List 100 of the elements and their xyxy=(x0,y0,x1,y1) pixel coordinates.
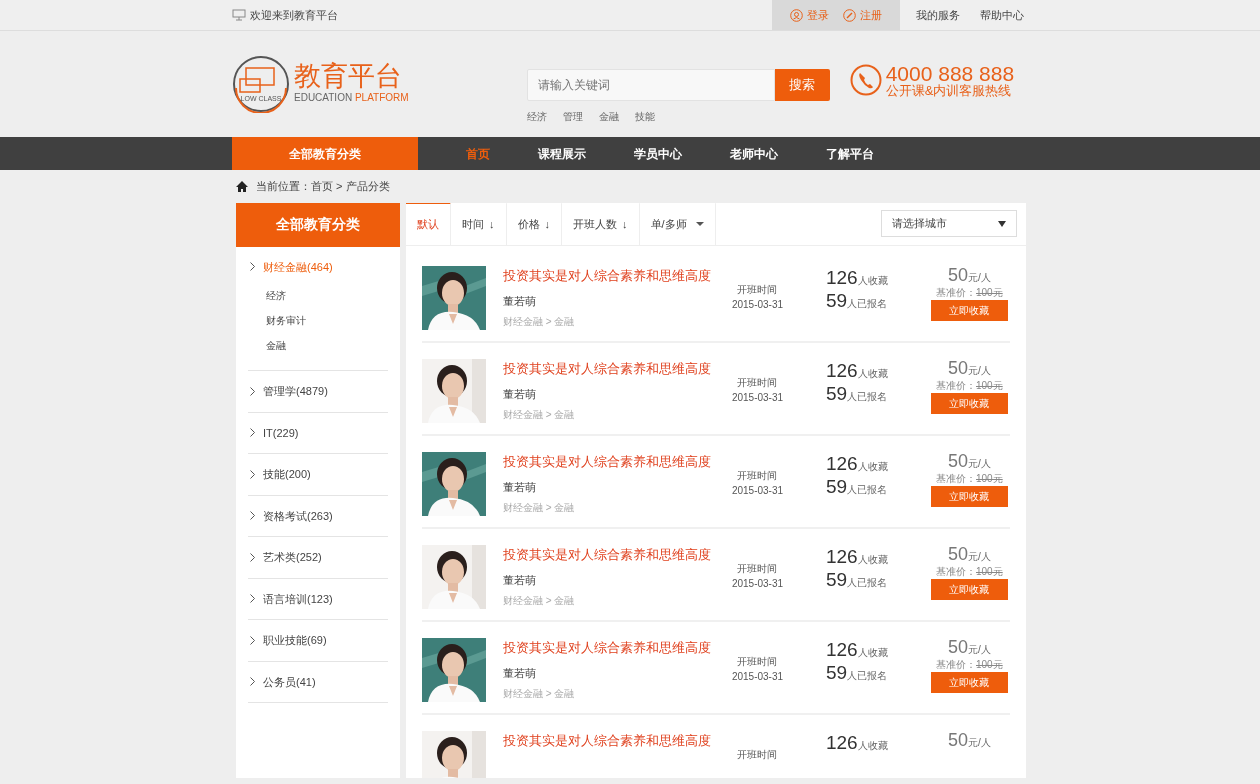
favorites-label: 人收藏 xyxy=(857,553,888,567)
home-icon xyxy=(236,180,248,192)
nav-link[interactable]: 了解平台 xyxy=(802,137,898,170)
start-date: 2015-03-31 xyxy=(731,390,784,405)
enrolled-count: 59 xyxy=(825,568,848,592)
price: 50 xyxy=(947,358,968,379)
favorites-count: 126 xyxy=(825,265,858,290)
nav-link[interactable]: 学员中心 xyxy=(610,137,706,170)
pencil-icon xyxy=(843,8,856,22)
base-price: 基准价：100元 xyxy=(936,379,1003,394)
hot-keyword-link[interactable]: 管理 xyxy=(562,108,583,124)
chevron-right-icon xyxy=(250,552,255,562)
favorites-label: 人收藏 xyxy=(857,274,888,288)
course-title-link[interactable]: 投资其实是对人综合素养和思维高度 xyxy=(503,637,712,657)
price: 50 xyxy=(947,544,968,565)
caret-down-icon xyxy=(695,222,704,227)
chevron-right-icon xyxy=(250,428,255,438)
price: 50 xyxy=(947,451,968,472)
category-link[interactable]: 资格考试(263) xyxy=(263,507,333,524)
category-link[interactable]: IT(229) xyxy=(263,424,299,441)
hot-keyword-link[interactable]: 技能 xyxy=(634,108,655,124)
price: 50 xyxy=(947,730,968,751)
subcategory-link[interactable]: 金融 xyxy=(250,333,388,358)
city-select[interactable]: 请选择城市 xyxy=(881,210,1017,237)
favorites-count: 126 xyxy=(825,637,858,662)
course-title-link[interactable]: 投资其实是对人综合素养和思维高度 xyxy=(503,451,712,471)
chevron-right-icon xyxy=(250,262,255,272)
teacher-name: 董若萌 xyxy=(503,573,537,588)
caret-down-icon xyxy=(998,220,1006,227)
base-price: 基准价：100元 xyxy=(936,472,1003,487)
category-link[interactable]: 公务员(41) xyxy=(263,673,316,690)
search-field[interactable]: 请输入关键词 xyxy=(526,68,775,101)
price-unit: 元/人 xyxy=(967,550,991,564)
favorites-label: 人收藏 xyxy=(857,367,888,381)
sort-tab[interactable]: 默认 xyxy=(406,202,451,245)
category-link[interactable]: 管理学(4879) xyxy=(263,383,328,400)
category-link[interactable]: 语言培训(123) xyxy=(263,590,333,607)
logo-title: 教育平台 xyxy=(294,63,403,90)
user-icon xyxy=(790,8,803,22)
enrolled-count: 59 xyxy=(825,475,848,499)
price-unit: 元/人 xyxy=(967,364,991,378)
category-link[interactable]: 财经金融(464) xyxy=(263,258,333,275)
hotline-caption: 公开课&内训客服热线 xyxy=(885,84,1013,97)
price-unit: 元/人 xyxy=(967,736,991,750)
price: 50 xyxy=(947,637,968,658)
teacher-name: 董若萌 xyxy=(503,387,537,402)
top-link[interactable]: 帮助中心 xyxy=(980,6,1024,24)
base-price: 基准价：100元 xyxy=(936,658,1003,673)
monitor-icon xyxy=(232,9,246,21)
course-category: 财经金融 > 金融 xyxy=(503,593,576,608)
price-unit: 元/人 xyxy=(967,643,991,657)
course-category: 财经金融 > 金融 xyxy=(503,407,576,422)
date-label: 开班时间 xyxy=(737,375,778,390)
enrolled-count: 59 xyxy=(825,661,848,685)
category-link[interactable]: 技能(200) xyxy=(263,466,311,483)
subcategory-link[interactable]: 财务审计 xyxy=(250,308,388,333)
favorites-count: 126 xyxy=(825,451,858,476)
hot-keyword-link[interactable]: 金融 xyxy=(598,108,619,124)
phone-icon xyxy=(849,64,882,96)
favorites-count: 126 xyxy=(825,544,858,569)
category-link[interactable]: 职业技能(69) xyxy=(263,632,327,649)
welcome-text: 欢迎来到教育平台 xyxy=(250,7,338,23)
chevron-right-icon xyxy=(250,469,255,479)
chevron-right-icon xyxy=(250,511,255,521)
price: 50 xyxy=(947,265,968,286)
enrolled-count: 59 xyxy=(825,289,848,313)
sidebar-title: 全部教育分类 xyxy=(236,202,400,247)
course-title-link[interactable]: 投资其实是对人综合素养和思维高度 xyxy=(503,730,712,750)
nav-link[interactable]: 老师中心 xyxy=(706,137,802,170)
enrolled-label: 人已报名 xyxy=(847,484,888,498)
date-label: 开班时间 xyxy=(737,747,778,762)
chevron-right-icon xyxy=(250,635,255,645)
course-title-link[interactable]: 投资其实是对人综合素养和思维高度 xyxy=(503,544,712,564)
favorites-label: 人收藏 xyxy=(857,646,888,660)
date-label: 开班时间 xyxy=(737,282,778,297)
enrolled-count: 59 xyxy=(825,382,848,406)
favorites-count: 126 xyxy=(825,358,858,383)
top-link[interactable]: 我的服务 xyxy=(916,6,960,24)
logo-subtitle: EDUCATION PLATFORM xyxy=(294,91,409,105)
teacher-name: 董若萌 xyxy=(503,480,537,495)
category-link[interactable]: 艺术类(252) xyxy=(263,549,322,566)
base-price: 基准价：100元 xyxy=(936,565,1003,580)
chevron-right-icon xyxy=(250,594,255,604)
course-category: 财经金融 > 金融 xyxy=(503,500,576,515)
base-price: 基准价：100元 xyxy=(936,286,1003,301)
enrolled-label: 人已报名 xyxy=(847,670,888,684)
start-date: 2015-03-31 xyxy=(731,297,784,312)
subcategory-link[interactable]: 经济 xyxy=(250,283,388,308)
teacher-name: 董若萌 xyxy=(503,294,537,309)
price-unit: 元/人 xyxy=(967,271,991,285)
course-title-link[interactable]: 投资其实是对人综合素养和思维高度 xyxy=(503,265,712,285)
favorites-label: 人收藏 xyxy=(857,739,888,753)
start-date: 2015-03-31 xyxy=(731,483,784,498)
hot-keyword-link[interactable]: 经济 xyxy=(526,108,547,124)
chevron-right-icon xyxy=(250,677,255,687)
enrolled-label: 人已报名 xyxy=(847,391,888,405)
nav-link[interactable]: 课程展示 xyxy=(514,137,610,170)
chevron-right-icon xyxy=(250,386,255,396)
course-title-link[interactable]: 投资其实是对人综合素养和思维高度 xyxy=(503,358,712,378)
price-unit: 元/人 xyxy=(967,457,991,471)
